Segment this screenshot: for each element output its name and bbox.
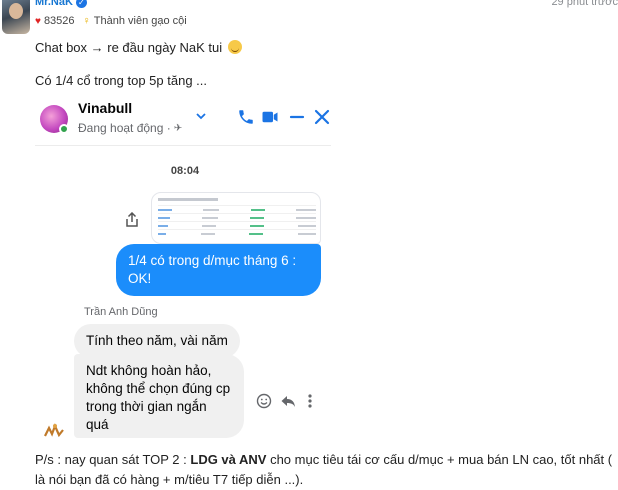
sticker-icon [44,423,64,438]
post-timestamp: 29 phút trước [551,0,618,8]
chat-header: Vinabull Đang hoạt động · ✈ [35,98,331,146]
minimize-icon [289,115,305,119]
outgoing-message: 1/4 có trong d/mục tháng 6 : OK! [116,244,321,296]
contact-status-text: Đang hoạt động · [78,121,171,135]
post-ps-text: P/s : nay quan sát TOP 2 : LDG và ANV ch… [35,450,613,490]
post-line-1-text: Chat box → re đầu ngày NaK tui [35,40,223,55]
post-line-2: Có 1/4 cổ trong top 5p tăng ... [35,73,208,88]
verified-icon: ✓ [75,0,87,8]
post-line-1: Chat box → re đầu ngày NaK tui [35,40,242,55]
contact-status: Đang hoạt động · ✈ [78,121,182,135]
incoming-message: Ndt không hoàn hảo, không thể chọn đúng … [74,354,244,438]
user-meta: ♥ 83526 ♀ Thành viên gạo cội [35,15,187,27]
heart-icon: ♥ [35,15,41,27]
ps-prefix: P/s : nay quan sát TOP 2 : [35,452,191,467]
user-rank: Thành viên gạo cội [93,15,187,27]
close-icon [314,109,330,125]
user-avatar[interactable] [2,0,30,34]
phone-icon [239,110,253,124]
contact-name: Vinabull [78,100,133,116]
chevron-down-icon [196,113,206,120]
image-attachment [151,192,321,244]
table-thumbnail [158,198,316,237]
username-link[interactable]: Mr.NaK ✓ [35,0,87,8]
chat-screenshot[interactable]: Vinabull Đang hoạt động · ✈ 08:04 1/4 có… [35,98,331,438]
username-text[interactable]: Mr.NaK [35,0,73,8]
reply-icon [281,396,295,407]
incoming-message: Tính theo năm, vài năm [74,324,240,358]
more-icon [308,394,312,408]
video-icon [262,111,278,123]
ps-bold-tickers: LDG và ANV [190,452,267,467]
sender-name: Trần Anh Dũng [84,306,158,318]
react-icon [256,393,272,409]
online-indicator [59,124,69,134]
share-icon [126,212,138,227]
time-separator: 08:04 [170,165,200,177]
like-count: 83526 [43,15,75,27]
rank-icon: ♀ [82,15,91,27]
mute-icon: ✈ [173,122,183,134]
smile-emoji-icon [227,40,242,54]
